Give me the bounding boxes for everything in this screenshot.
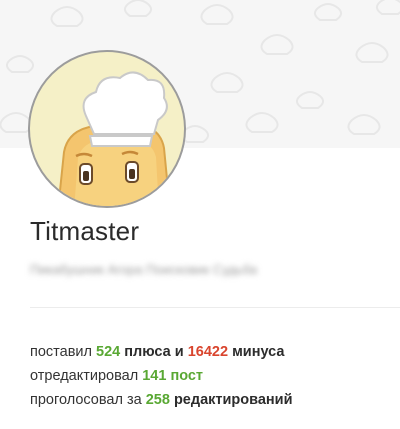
edited-word[interactable]: пост xyxy=(170,368,203,384)
stat-edited-prefix: отредактировал xyxy=(30,368,139,384)
divider xyxy=(30,307,400,308)
voted-word: редактирований xyxy=(173,392,293,408)
profile-subtitle: Пикабушник Агора Поисковик Судьба xyxy=(30,262,258,277)
stat-voted-row: проголосовал за 258 редактирований xyxy=(30,388,293,412)
and-word: и xyxy=(174,344,184,360)
stat-votes-row: поставил 524 плюса и 16422 минуса xyxy=(30,340,293,364)
stat-votes-prefix: поставил xyxy=(30,344,92,360)
avatar[interactable] xyxy=(28,50,186,208)
voted-count: 258 xyxy=(145,392,170,408)
minus-word: минуса xyxy=(232,344,285,360)
profile-stats: поставил 524 плюса и 16422 минуса отреда… xyxy=(30,340,293,412)
profile-username: Titmaster xyxy=(30,216,140,246)
chef-pastry-avatar-icon xyxy=(57,71,171,206)
edited-count: 141 xyxy=(142,368,167,384)
minus-count: 16422 xyxy=(187,344,229,360)
stat-edited-row: отредактировал 141 пост xyxy=(30,364,293,388)
plus-count: 524 xyxy=(96,344,121,360)
plus-word: плюса xyxy=(124,344,171,360)
stat-voted-prefix: проголосовал за xyxy=(30,392,142,408)
